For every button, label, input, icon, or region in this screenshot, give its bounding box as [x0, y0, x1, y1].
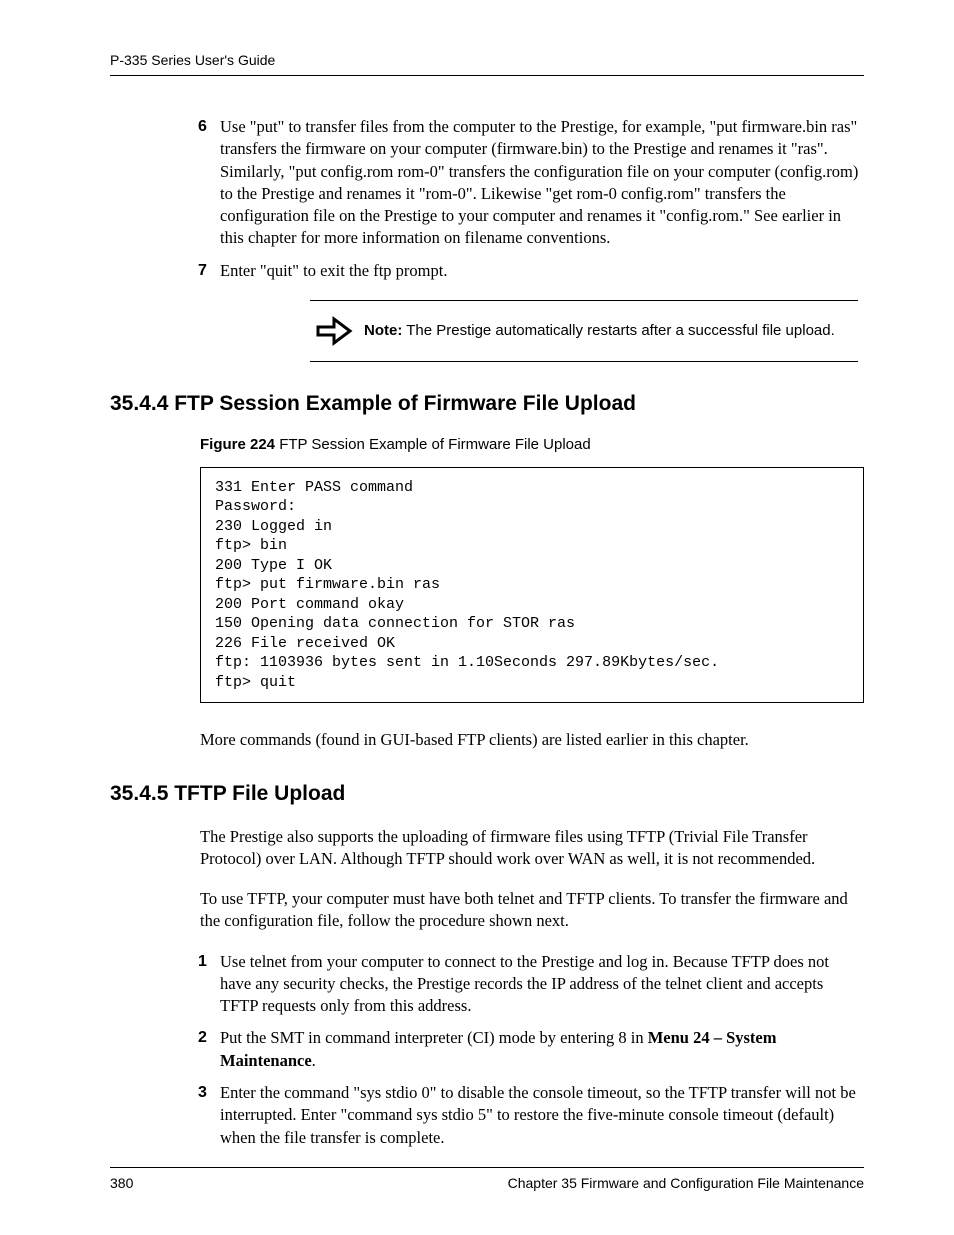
section-heading-3545: 35.4.5 TFTP File Upload — [110, 782, 864, 806]
paragraph: To use TFTP, your computer must have bot… — [200, 888, 864, 933]
step-number: 3 — [198, 1082, 207, 1104]
step-number: 7 — [198, 260, 207, 282]
figure-caption: Figure 224 FTP Session Example of Firmwa… — [200, 436, 864, 453]
step-item: 7 Enter "quit" to exit the ftp prompt. — [200, 260, 864, 282]
note-label: Note: — [364, 322, 402, 339]
step-item: 1 Use telnet from your computer to conne… — [200, 951, 864, 1018]
step-number: 2 — [198, 1027, 207, 1049]
note-block: Note: The Prestige automatically restart… — [310, 300, 858, 362]
step-item: 6 Use "put" to transfer files from the c… — [200, 116, 864, 250]
step-text: Enter "quit" to exit the ftp prompt. — [220, 261, 447, 280]
chapter-title: Chapter 35 Firmware and Configuration Fi… — [508, 1175, 864, 1191]
section-heading-3544: 35.4.4 FTP Session Example of Firmware F… — [110, 392, 864, 416]
running-header: P-335 Series User's Guide — [110, 52, 864, 76]
figure-label: Figure 224 — [200, 436, 275, 453]
paragraph: More commands (found in GUI-based FTP cl… — [200, 729, 864, 751]
step-list-b: 1 Use telnet from your computer to conne… — [200, 951, 864, 1149]
step-text-after: . — [312, 1051, 316, 1070]
step-item: 3 Enter the command "sys stdio 0" to dis… — [200, 1082, 864, 1149]
step-list-a: 6 Use "put" to transfer files from the c… — [200, 116, 864, 282]
note-body: The Prestige automatically restarts afte… — [402, 322, 834, 339]
step-text-before: Put the SMT in command interpreter (CI) … — [220, 1028, 648, 1047]
step-item: 2 Put the SMT in command interpreter (CI… — [200, 1027, 864, 1072]
step-list-b-container: 1 Use telnet from your computer to conne… — [200, 951, 864, 1149]
step-number: 6 — [198, 116, 207, 138]
step-list-a-container: 6 Use "put" to transfer files from the c… — [200, 116, 864, 282]
arrow-right-icon — [310, 311, 358, 351]
page-footer: 380 Chapter 35 Firmware and Configuratio… — [110, 1167, 864, 1191]
code-block: 331 Enter PASS command Password: 230 Log… — [200, 467, 864, 704]
step-text: Use "put" to transfer files from the com… — [220, 117, 858, 247]
figure-title: FTP Session Example of Firmware File Upl… — [275, 436, 591, 453]
step-text: Put the SMT in command interpreter (CI) … — [220, 1028, 777, 1069]
step-number: 1 — [198, 951, 207, 973]
step-text: Enter the command "sys stdio 0" to disab… — [220, 1083, 856, 1147]
note-text: Note: The Prestige automatically restart… — [358, 321, 835, 341]
step-text: Use telnet from your computer to connect… — [220, 952, 829, 1016]
page-number: 380 — [110, 1175, 133, 1191]
paragraph: The Prestige also supports the uploading… — [200, 826, 864, 871]
page-container: P-335 Series User's Guide 6 Use "put" to… — [0, 0, 954, 1235]
